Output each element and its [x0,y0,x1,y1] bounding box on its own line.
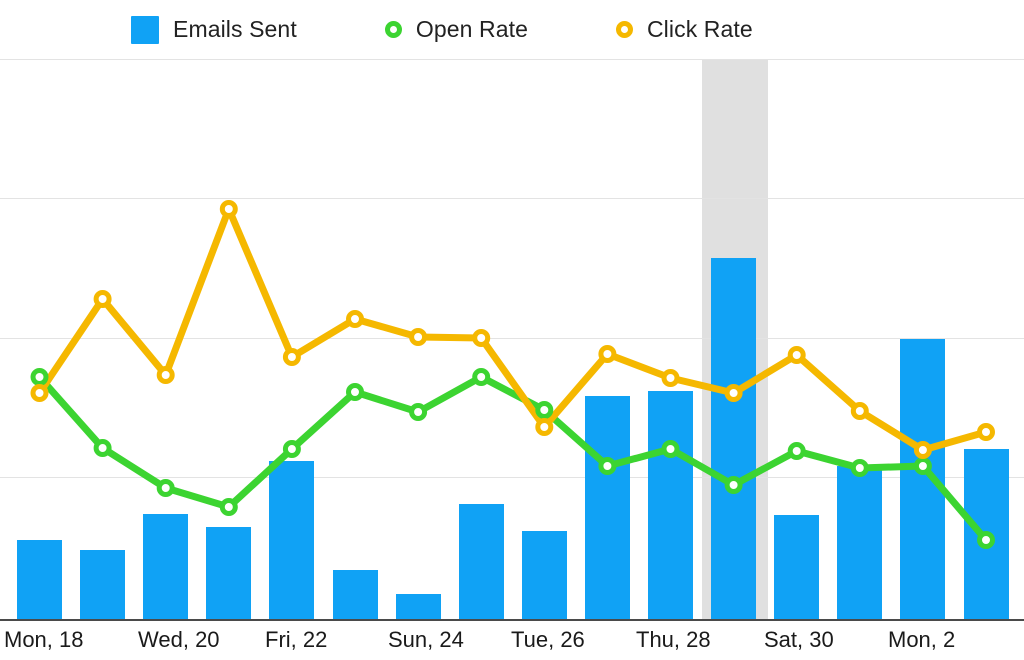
x-axis-labels: Mon, 18 Wed, 20 Fri, 22 Sun, 24 Tue, 26 Thu, … [0,623,1024,660]
marker-open-rate-11[interactable]: Fri, 29: 24 [724,476,743,494]
x-tick-label-4: Tue, 26 [511,627,585,652]
x-tick-label-2: Fri, 22 [265,627,328,652]
legend-item-click-rate[interactable]: Click Rate [615,0,753,59]
marker-click-rate-1[interactable]: Tue, 19: 57 [93,290,112,308]
line-click-rate [36,205,990,454]
marker-click-rate-8[interactable]: Tue, 26: 34 [535,418,554,436]
square-swatch-icon [131,15,159,44]
marker-click-rate-15[interactable]: Tue, 3: 34 [977,423,995,441]
email-campaign-chart: Emails Sent Open Rate Click Rate Mon, 18… [0,0,1024,660]
marker-click-rate-13[interactable]: Sun, 1: 37 [850,402,869,420]
marker-open-rate-2[interactable]: Wed, 20: 23 [156,479,175,497]
x-tick-label-0: Mon, 18 [4,627,84,652]
marker-open-rate-5[interactable]: Sat, 23: 40 [346,383,364,401]
legend-item-open-rate[interactable]: Open Rate [384,0,528,59]
circle-ring-marker-icon [615,21,633,38]
plot-area: Mon, 18: 43 Tue, 19: 30 Wed, 20: 23 Thu, 21… [0,59,1024,620]
chart-legend: Emails Sent Open Rate Click Rate [0,0,1024,59]
marker-click-rate-7[interactable]: Mon, 25: 49 [472,329,491,347]
marker-open-rate-15[interactable]: Tue, 3: 14 [977,531,995,549]
marker-open-rate-14[interactable]: Mon, 2: 28 [913,457,932,475]
marker-click-rate-11[interactable]: Fri, 29: 40 [724,384,743,402]
marker-open-rate-13[interactable]: Sun, 1: 27 [850,459,869,477]
marker-open-rate-8[interactable]: Tue, 26: 37 [535,401,554,419]
marker-click-rate-9[interactable]: Wed, 27: 47 [598,345,617,363]
marker-click-rate-4[interactable]: Fri, 22: 45 [282,348,301,366]
marker-open-rate-10[interactable]: Thu, 28: 30 [661,440,680,458]
legend-label-click-rate: Click Rate [646,16,753,42]
marker-click-rate-5[interactable]: Sat, 23: 52 [346,310,364,328]
x-tick-label-7: Mon, 2 [888,627,956,652]
marker-open-rate-1[interactable]: Tue, 19: 30 [93,439,112,457]
x-axis-baseline [0,619,1024,621]
marker-click-rate-3[interactable]: Thu, 21: 73 [219,200,238,218]
legend-label-open-rate: Open Rate [415,16,528,42]
marker-click-rate-14[interactable]: Mon, 2: 30 [913,441,932,459]
x-tick-label-5: Thu, 28 [636,627,711,652]
marker-open-rate-7[interactable]: Mon, 25: 43 [472,368,491,386]
markers-click-rate: Mon, 18: 40 Tue, 19: 57 Wed, 20: 42 Thu, 21… [30,200,995,459]
x-tick-label-1: Wed, 20 [138,627,220,652]
marker-open-rate-0[interactable]: Mon, 18: 43 [30,368,49,386]
marker-open-rate-3[interactable]: Thu, 21: 20 [219,498,238,516]
marker-click-rate-2[interactable]: Wed, 20: 42 [156,366,175,384]
marker-open-rate-12[interactable]: Sat, 30: 29 [787,442,806,460]
marker-open-rate-9[interactable]: Wed, 27: 28 [598,457,617,475]
marker-open-rate-4[interactable]: Fri, 22: 30 [282,440,301,458]
circle-ring-marker-icon [384,21,402,38]
line-series-layer: Mon, 18: 43 Tue, 19: 30 Wed, 20: 23 Thu, 21… [30,200,995,549]
marker-click-rate-10[interactable]: Thu, 28: 43 [661,369,680,387]
marker-click-rate-0[interactable]: Mon, 18: 40 [30,384,49,402]
legend-item-emails-sent[interactable]: Emails Sent [131,0,297,59]
legend-label-emails-sent: Emails Sent [173,16,297,42]
marker-click-rate-12[interactable]: Sat, 30: 47 [787,346,806,364]
marker-click-rate-6[interactable]: Sun, 24: 49 [409,328,428,346]
marker-open-rate-6[interactable]: Sun, 24: 37 [409,403,428,421]
x-tick-label-3: Sun, 24 [388,627,464,652]
x-tick-label-6: Sat, 30 [764,627,834,652]
